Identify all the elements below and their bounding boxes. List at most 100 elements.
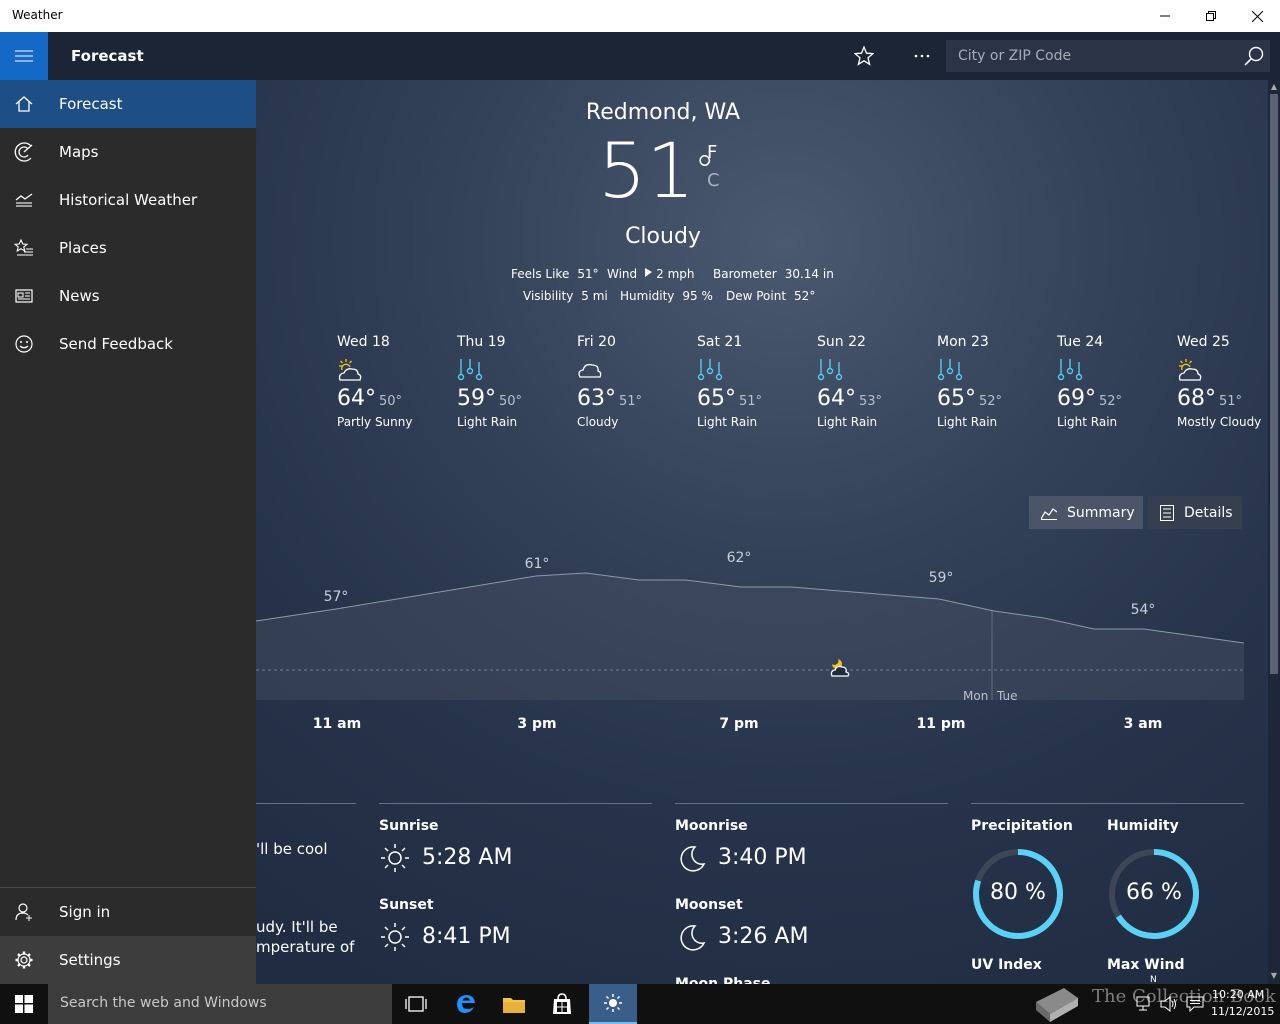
- chart-line-icon: [1041, 507, 1057, 520]
- low-temp: 52°: [979, 394, 1003, 409]
- add-favorite-button[interactable]: [848, 40, 880, 72]
- app-header: Forecast: [0, 32, 1280, 80]
- window-title: Weather: [12, 8, 63, 22]
- city-search-box[interactable]: [946, 40, 1270, 72]
- nav-item-forecast[interactable]: Forecast: [0, 80, 256, 128]
- vertical-scrollbar[interactable]: ▲ ▼: [1268, 80, 1280, 984]
- nav-item-sign-in[interactable]: Sign in: [0, 888, 256, 936]
- barometer-label: Barometer: [713, 267, 777, 281]
- store-button[interactable]: [538, 984, 586, 1024]
- edge-button[interactable]: [442, 984, 490, 1024]
- day-card[interactable]: Mon 23 65° 52° Light Rain: [937, 334, 1055, 429]
- edge-icon: [457, 995, 475, 1013]
- day-card[interactable]: Thu 19 59° 50° Light Rain: [457, 334, 575, 429]
- nav-item-maps[interactable]: Maps: [0, 128, 256, 176]
- taskbar-search[interactable]: Search the web and Windows: [48, 984, 392, 1024]
- star-icon: [854, 46, 874, 66]
- max-wind-label: Max Wind: [1107, 957, 1185, 973]
- search-icon[interactable]: [1242, 44, 1266, 68]
- favorites-list-icon: [14, 238, 33, 256]
- hour-label: 11 pm: [916, 716, 966, 732]
- humidity: Humidity 95 %: [620, 289, 713, 303]
- day-icon: [1057, 358, 1175, 384]
- nav-item-settings[interactable]: Settings: [0, 936, 256, 984]
- day-condition: Light Rain: [937, 415, 998, 429]
- task-view-icon: [405, 996, 427, 1012]
- nav-item-send-feedback[interactable]: Send Feedback: [0, 320, 256, 368]
- summary-text-2: udy. It'll be: [256, 918, 338, 936]
- temp-point-label: 59°: [929, 570, 954, 586]
- clock-date[interactable]: 11/12/2015: [1211, 1005, 1274, 1018]
- section-title: Forecast: [71, 47, 144, 65]
- day-card[interactable]: Sat 21 65° 51° Light Rain: [697, 334, 815, 429]
- moonset-label: Moonset: [675, 897, 743, 913]
- day-temps: 65° 52°: [937, 386, 1055, 411]
- temp-point-label: 57°: [324, 589, 349, 605]
- restore-button[interactable]: [1188, 0, 1234, 32]
- more-options-button[interactable]: [906, 40, 938, 72]
- nav-label: Forecast: [59, 95, 123, 113]
- day-card[interactable]: Wed 18 64° 50° Partly Sunny: [337, 334, 455, 429]
- day-temps: 64° 53°: [817, 386, 935, 411]
- network-icon[interactable]: [1136, 996, 1154, 1012]
- minimize-icon: [1160, 15, 1170, 17]
- temp-point-label: 54°: [1131, 602, 1156, 618]
- clock-time[interactable]: 10:20 AM: [1212, 988, 1264, 1001]
- hamburger-button[interactable]: [0, 32, 48, 80]
- day-name: Fri 20: [577, 334, 616, 350]
- notifications-icon[interactable]: [1186, 996, 1204, 1012]
- rain-icon: [1057, 359, 1083, 381]
- hamburger-icon: [15, 50, 33, 62]
- day-card[interactable]: Sun 22 64° 53° Light Rain: [817, 334, 935, 429]
- start-button[interactable]: [0, 984, 48, 1024]
- scroll-up-icon[interactable]: ▲: [1270, 83, 1278, 91]
- day-temps: 65° 51°: [697, 386, 815, 411]
- day-card[interactable]: Fri 20 63° 51° Cloudy: [577, 334, 695, 429]
- day-card[interactable]: Tue 24 69° 52° Light Rain: [1057, 334, 1175, 429]
- summary-toggle[interactable]: Summary: [1029, 496, 1143, 529]
- weather-app-button[interactable]: [589, 984, 637, 1024]
- file-explorer-button[interactable]: [490, 984, 538, 1024]
- task-view-button[interactable]: [392, 984, 440, 1024]
- sun-icon: [604, 994, 622, 1012]
- scroll-down-icon[interactable]: ▼: [1270, 972, 1278, 980]
- scrollbar-thumb[interactable]: [1270, 94, 1278, 674]
- partly-sunny-icon: [338, 359, 362, 381]
- day-temps: 64° 50°: [337, 386, 455, 411]
- nav-item-places[interactable]: Places: [0, 224, 256, 272]
- day-condition: Light Rain: [457, 415, 518, 429]
- home-icon: [15, 96, 33, 112]
- unit-fahrenheit[interactable]: F: [707, 142, 717, 163]
- sunset-label: Sunset: [379, 897, 434, 913]
- high-temp: 65°: [937, 386, 976, 411]
- high-temp: 64°: [817, 386, 856, 411]
- day-marker-mon: Mon: [963, 689, 988, 700]
- humidity-value: 95 %: [682, 289, 713, 303]
- details-toggle[interactable]: Details: [1148, 496, 1242, 529]
- high-temp: 69°: [1057, 386, 1096, 411]
- taskbar: Search the web and Windows The Collectio…: [0, 984, 1280, 1024]
- day-icon: [697, 358, 815, 384]
- hour-label: 11 am: [312, 716, 362, 732]
- city-search-input[interactable]: [946, 40, 1236, 72]
- hour-label: 7 pm: [719, 716, 759, 732]
- day-marker-tue: Tue: [996, 689, 1018, 700]
- moonset-time: 3:26 AM: [718, 924, 809, 949]
- day-condition: Cloudy: [577, 415, 619, 429]
- visibility-label: Visibility: [523, 289, 574, 303]
- temperature-area: [256, 573, 1244, 700]
- map-icon: [14, 142, 33, 162]
- nav-item-historical-weather[interactable]: Historical Weather: [0, 176, 256, 224]
- feels-like: Feels Like 51°: [511, 267, 599, 281]
- nav-label: Send Feedback: [59, 335, 173, 353]
- nav-item-news[interactable]: News: [0, 272, 256, 320]
- volume-icon[interactable]: [1160, 996, 1178, 1012]
- rain-icon: [937, 359, 963, 381]
- minimize-button[interactable]: [1142, 0, 1188, 32]
- cloudy-icon: [578, 363, 602, 378]
- dew-point: Dew Point 52°: [726, 289, 815, 303]
- day-card[interactable]: Wed 25 68° 51° Mostly Cloudy: [1177, 334, 1268, 429]
- close-button[interactable]: [1234, 0, 1280, 32]
- unit-celsius[interactable]: C: [707, 170, 720, 191]
- sun-icon: [381, 923, 409, 951]
